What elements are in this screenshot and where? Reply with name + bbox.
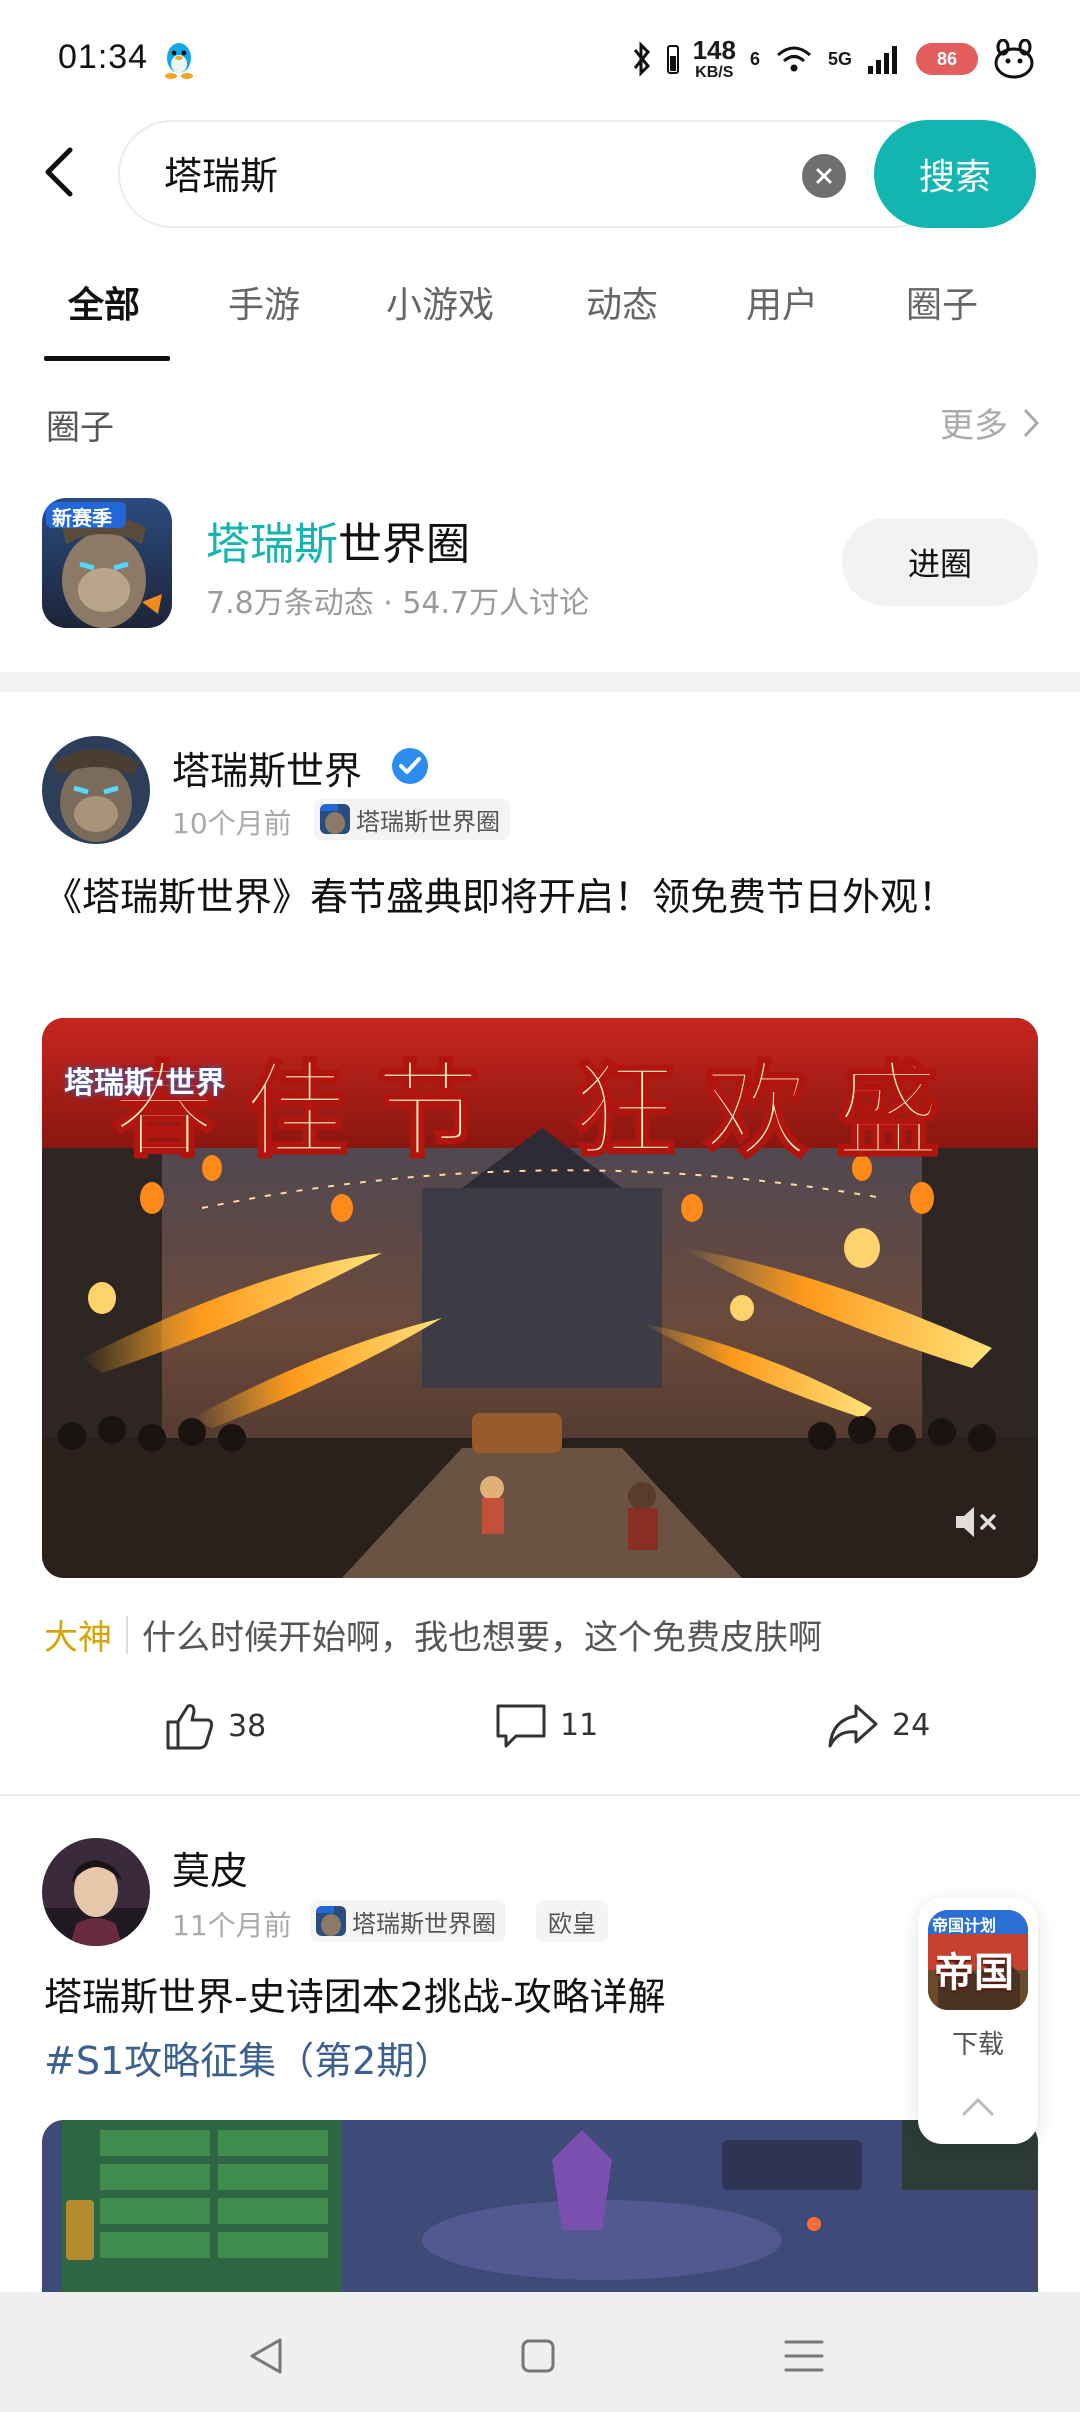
- circle-chip-icon: [320, 804, 350, 834]
- circle-chip-label: 塔瑞斯世界圈: [356, 807, 500, 836]
- search-button[interactable]: 搜索: [874, 120, 1036, 228]
- active-tab-indicator: [44, 356, 170, 361]
- tab-all[interactable]: 全部: [68, 276, 140, 328]
- search-input[interactable]: [164, 150, 784, 194]
- post-video[interactable]: 春佳节 狂欢盛 塔瑞斯·世界: [42, 1018, 1038, 1578]
- system-nav-bar: [0, 2292, 1080, 2412]
- qq-penguin-icon: [165, 43, 193, 79]
- nav-home-button[interactable]: [508, 2326, 568, 2386]
- share-count: 24: [892, 1707, 931, 1743]
- tab-circles[interactable]: 圈子: [906, 276, 978, 328]
- video-game-logo: 塔瑞斯·世界: [64, 1066, 226, 1101]
- circle-stats: 7.8万条动态 · 54.7万人讨论: [206, 586, 590, 621]
- circle-chip[interactable]: 塔瑞斯世界圈: [310, 1900, 506, 1942]
- status-bar: 01:34 148 KB/S 6 5G 86: [0, 0, 1080, 120]
- post-image[interactable]: [42, 2120, 1038, 2292]
- author-avatar[interactable]: [42, 736, 150, 844]
- network-type: 5G: [827, 48, 852, 69]
- user-tag-chip: 欧皇: [536, 1900, 608, 1942]
- circle-app-icon[interactable]: 新赛季: [42, 498, 172, 628]
- author-name[interactable]: 塔瑞斯世界: [172, 740, 362, 795]
- comment-button[interactable]: 11: [494, 1700, 598, 1750]
- comment-icon: [496, 1704, 546, 1748]
- top-comment[interactable]: 大神 什么时候开始啊，我也想要，这个免费皮肤啊: [44, 1610, 822, 1659]
- author-name[interactable]: 莫皮: [172, 1840, 248, 1895]
- share-icon: [828, 1704, 878, 1748]
- back-arrow-icon[interactable]: [36, 142, 80, 202]
- circle-name[interactable]: 塔瑞斯世界圈: [206, 508, 470, 572]
- ad-icon-ribbon: 帝国计划: [932, 1916, 997, 1935]
- post-hashtag[interactable]: #S1攻略征集（第2期）: [44, 2030, 452, 2085]
- thumbs-up-icon: [166, 1704, 214, 1750]
- nav-menu-icon: [784, 2340, 824, 2372]
- battery-indicator: 86: [916, 43, 978, 75]
- chevron-up-icon[interactable]: [960, 2094, 996, 2118]
- battery-small-icon: [666, 45, 679, 74]
- nav-menu-button[interactable]: [774, 2326, 834, 2386]
- comment-separator: [126, 1615, 128, 1654]
- top-comment-text: 什么时候开始啊，我也想要，这个免费皮肤啊: [142, 1618, 822, 1658]
- bluetooth-icon: [633, 41, 650, 77]
- clear-button[interactable]: [802, 154, 846, 198]
- tab-mobile-games[interactable]: 手游: [228, 276, 300, 328]
- sim-index: 6: [749, 48, 760, 69]
- chevron-right-icon: [1023, 408, 1040, 437]
- signal-icon: [868, 46, 897, 74]
- like-button[interactable]: 38: [164, 1700, 266, 1752]
- tab-users[interactable]: 用户: [746, 276, 818, 328]
- cartoon-pet-icon: [994, 39, 1034, 79]
- post-actions: 38 11 24: [0, 1700, 1080, 1760]
- circle-name-highlight: 塔瑞斯: [206, 519, 338, 570]
- tab-posts[interactable]: 动态: [586, 276, 658, 328]
- nav-back-icon: [250, 2338, 282, 2374]
- new-season-badge: 新赛季: [52, 506, 112, 530]
- section-divider: [0, 672, 1080, 692]
- post-time: 11个月前: [172, 1909, 292, 1942]
- comment-count: 11: [560, 1707, 599, 1743]
- ad-icon-text: 帝国: [934, 1950, 1014, 1996]
- like-count: 38: [228, 1708, 267, 1744]
- post-title[interactable]: 塔瑞斯世界-史诗团本2挑战-攻略详解: [44, 1964, 1034, 2030]
- clear-icon: [816, 168, 832, 184]
- floating-game-ad[interactable]: 帝国计划 帝国 下载: [918, 1898, 1038, 2144]
- section-title-circles: 圈子: [46, 408, 114, 448]
- net-speed: 148 KB/S: [692, 35, 736, 81]
- post-time: 10个月前: [172, 807, 292, 840]
- more-link[interactable]: 更多: [940, 398, 1040, 447]
- share-button[interactable]: 24: [826, 1700, 930, 1750]
- status-time: 01:34: [58, 38, 149, 76]
- status-icons: 148 KB/S 6 5G 86: [631, 36, 1036, 82]
- more-label: 更多: [940, 406, 1008, 446]
- tab-mini-games[interactable]: 小游戏: [386, 276, 494, 328]
- post-title[interactable]: 《塔瑞斯世界》春节盛典即将开启！领免费节日外观！: [44, 864, 1034, 930]
- nav-home-icon: [521, 2339, 555, 2373]
- mute-icon[interactable]: [952, 1502, 1000, 1542]
- search-field[interactable]: [118, 120, 948, 228]
- post-divider: [0, 1794, 1080, 1796]
- circle-name-rest: 世界圈: [338, 519, 470, 570]
- join-circle-button[interactable]: 进圈: [842, 518, 1038, 606]
- circle-chip-label: 塔瑞斯世界圈: [352, 1909, 496, 1938]
- top-comment-badge: 大神: [44, 1618, 112, 1658]
- result-tabs: 全部 手游 小游戏 动态 用户 圈子: [0, 258, 1080, 362]
- wifi-icon: [776, 46, 811, 72]
- circle-chip[interactable]: 塔瑞斯世界圈: [314, 798, 510, 840]
- ad-game-icon[interactable]: 帝国计划 帝国: [928, 1910, 1028, 2010]
- author-avatar[interactable]: [42, 1838, 150, 1946]
- nav-back-button[interactable]: [236, 2326, 296, 2386]
- circle-chip-icon: [316, 1906, 346, 1936]
- verified-badge-icon: [392, 748, 428, 784]
- ad-download-label[interactable]: 下载: [918, 2024, 1038, 2061]
